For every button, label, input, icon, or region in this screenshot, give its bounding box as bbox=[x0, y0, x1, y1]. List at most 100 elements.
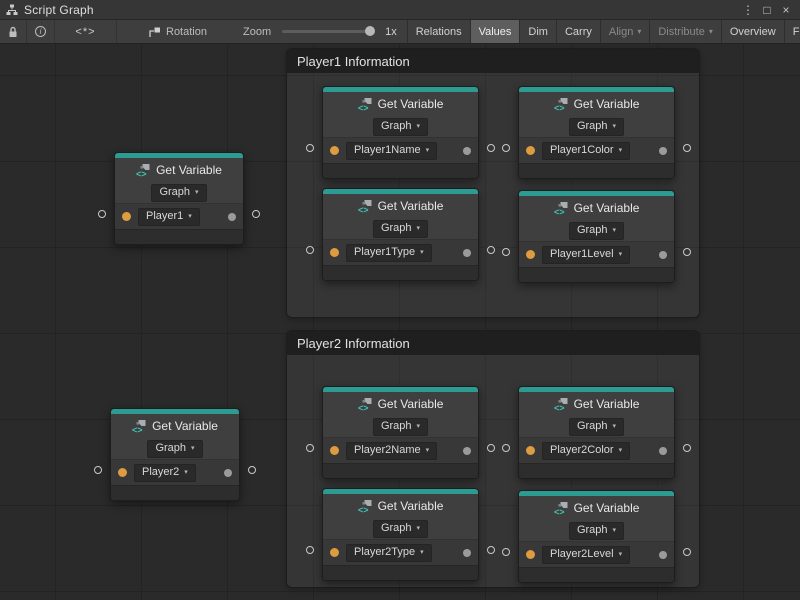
fallback-port[interactable] bbox=[463, 249, 471, 257]
variable-label: Player2 bbox=[142, 466, 179, 479]
variable-name-dropdown[interactable]: Player1 bbox=[138, 208, 200, 226]
name-input-port[interactable] bbox=[526, 550, 535, 559]
variable-name-dropdown[interactable]: Player2Level bbox=[542, 546, 630, 564]
name-input-port[interactable] bbox=[330, 446, 339, 455]
node-title: Get Variable bbox=[378, 499, 444, 513]
node-player2level[interactable]: <> Get Variable Graph Player2Level bbox=[518, 490, 675, 583]
variable-name-dropdown[interactable]: Player2Type bbox=[346, 544, 432, 562]
fallback-port[interactable] bbox=[463, 447, 471, 455]
relations-button[interactable]: Relations bbox=[407, 20, 470, 43]
output-port-ring[interactable] bbox=[487, 444, 495, 452]
zoom-slider-handle[interactable] bbox=[365, 26, 375, 36]
output-port-ring[interactable] bbox=[252, 210, 260, 218]
info-button[interactable]: i bbox=[27, 20, 55, 43]
fallback-port[interactable] bbox=[659, 251, 667, 259]
close-icon[interactable]: × bbox=[778, 2, 794, 18]
fallback-port[interactable] bbox=[224, 469, 232, 477]
fallback-port[interactable] bbox=[463, 549, 471, 557]
node-player2[interactable]: <> Get Variable Graph Player2 bbox=[110, 408, 240, 501]
variable-kind-dropdown[interactable]: Graph bbox=[373, 220, 428, 238]
node-player2name[interactable]: <> Get Variable Graph Player2Name bbox=[322, 386, 479, 479]
fallback-port[interactable] bbox=[228, 213, 236, 221]
distribute-dropdown[interactable]: Distribute bbox=[649, 20, 720, 43]
align-dropdown[interactable]: Align bbox=[600, 20, 649, 43]
fallback-port[interactable] bbox=[659, 147, 667, 155]
fallback-port[interactable] bbox=[659, 447, 667, 455]
output-port-ring[interactable] bbox=[487, 546, 495, 554]
output-port-ring[interactable] bbox=[487, 144, 495, 152]
overview-button[interactable]: Overview bbox=[721, 20, 784, 43]
output-port-ring[interactable] bbox=[487, 246, 495, 254]
fallback-port[interactable] bbox=[463, 147, 471, 155]
variable-kind-dropdown[interactable]: Graph bbox=[569, 222, 624, 240]
fallback-port[interactable] bbox=[659, 551, 667, 559]
get-variable-icon: <> bbox=[554, 501, 569, 516]
variable-name-dropdown[interactable]: Player2 bbox=[134, 464, 196, 482]
node-header: <> Get Variable bbox=[115, 158, 243, 182]
window-menu-icon[interactable]: ⋮ bbox=[740, 2, 756, 18]
variable-kind-dropdown[interactable]: Graph bbox=[373, 418, 428, 436]
name-input-port[interactable] bbox=[330, 248, 339, 257]
input-port-ring[interactable] bbox=[306, 246, 314, 254]
node-header: <> Get Variable bbox=[323, 194, 478, 218]
input-port-ring[interactable] bbox=[502, 248, 510, 256]
variable-kind-dropdown[interactable]: Graph bbox=[569, 522, 624, 540]
values-button[interactable]: Values bbox=[470, 20, 520, 43]
variable-name-dropdown[interactable]: Player1Color bbox=[542, 142, 630, 160]
node-player2color[interactable]: <> Get Variable Graph Player2Color bbox=[518, 386, 675, 479]
variable-kind-dropdown[interactable]: Graph bbox=[151, 184, 206, 202]
lock-button[interactable] bbox=[0, 20, 27, 43]
name-input-port[interactable] bbox=[330, 146, 339, 155]
variable-kind-dropdown[interactable]: Graph bbox=[569, 118, 624, 136]
input-port-ring[interactable] bbox=[94, 466, 102, 474]
dim-button[interactable]: Dim bbox=[519, 20, 556, 43]
output-port-ring[interactable] bbox=[683, 444, 691, 452]
name-input-port[interactable] bbox=[330, 548, 339, 557]
maximize-icon[interactable]: □ bbox=[759, 2, 775, 18]
input-port-ring[interactable] bbox=[502, 444, 510, 452]
variable-name-dropdown[interactable]: Player1Level bbox=[542, 246, 630, 264]
output-port-ring[interactable] bbox=[248, 466, 256, 474]
node-player1level[interactable]: <> Get Variable Graph Player1Level bbox=[518, 190, 675, 283]
input-port-ring[interactable] bbox=[306, 144, 314, 152]
input-port-ring[interactable] bbox=[98, 210, 106, 218]
input-port-ring[interactable] bbox=[502, 548, 510, 556]
edit-graph-button[interactable]: <*> bbox=[55, 20, 117, 43]
variable-kind-dropdown[interactable]: Graph bbox=[569, 418, 624, 436]
zoom-slider[interactable] bbox=[282, 30, 374, 33]
node-player1type[interactable]: <> Get Variable Graph Player1Type bbox=[322, 188, 479, 281]
name-input-port[interactable] bbox=[118, 468, 127, 477]
node-player1[interactable]: <> Get Variable Graph Player1 bbox=[114, 152, 244, 245]
variable-name-dropdown[interactable]: Player1Type bbox=[346, 244, 432, 262]
output-port-ring[interactable] bbox=[683, 548, 691, 556]
svg-text:<>: <> bbox=[358, 205, 369, 214]
group-header[interactable]: Player1 Information bbox=[287, 49, 699, 73]
variable-name-dropdown[interactable]: Player2Color bbox=[542, 442, 630, 460]
name-input-port[interactable] bbox=[526, 146, 535, 155]
variable-kind-dropdown[interactable]: Graph bbox=[373, 520, 428, 538]
name-input-port[interactable] bbox=[526, 250, 535, 259]
graph-canvas[interactable]: Player1 Information Player2 Information … bbox=[0, 44, 800, 600]
svg-text:<>: <> bbox=[136, 169, 147, 178]
input-port-ring[interactable] bbox=[306, 444, 314, 452]
variable-name-dropdown[interactable]: Player1Name bbox=[346, 142, 437, 160]
node-header: <> Get Variable bbox=[519, 496, 674, 520]
name-input-port[interactable] bbox=[122, 212, 131, 221]
name-input-port[interactable] bbox=[526, 446, 535, 455]
output-port-ring[interactable] bbox=[683, 248, 691, 256]
input-port-ring[interactable] bbox=[306, 546, 314, 554]
node-player1name[interactable]: <> Get Variable Graph Player1Name bbox=[322, 86, 479, 179]
variable-name-dropdown[interactable]: Player2Name bbox=[346, 442, 437, 460]
output-port-ring[interactable] bbox=[683, 144, 691, 152]
node-player1color[interactable]: <> Get Variable Graph Player1Color bbox=[518, 86, 675, 179]
variable-kind-dropdown[interactable]: Graph bbox=[373, 118, 428, 136]
input-port-ring[interactable] bbox=[502, 144, 510, 152]
full-screen-button[interactable]: Full Screen bbox=[784, 20, 800, 43]
carry-button[interactable]: Carry bbox=[556, 20, 600, 43]
node-player2type[interactable]: <> Get Variable Graph Player2Type bbox=[322, 488, 479, 581]
node-header: <> Get Variable bbox=[519, 196, 674, 220]
get-variable-icon: <> bbox=[358, 199, 373, 214]
group-header[interactable]: Player2 Information bbox=[287, 331, 699, 355]
svg-text:<>: <> bbox=[554, 103, 565, 112]
variable-kind-dropdown[interactable]: Graph bbox=[147, 440, 202, 458]
